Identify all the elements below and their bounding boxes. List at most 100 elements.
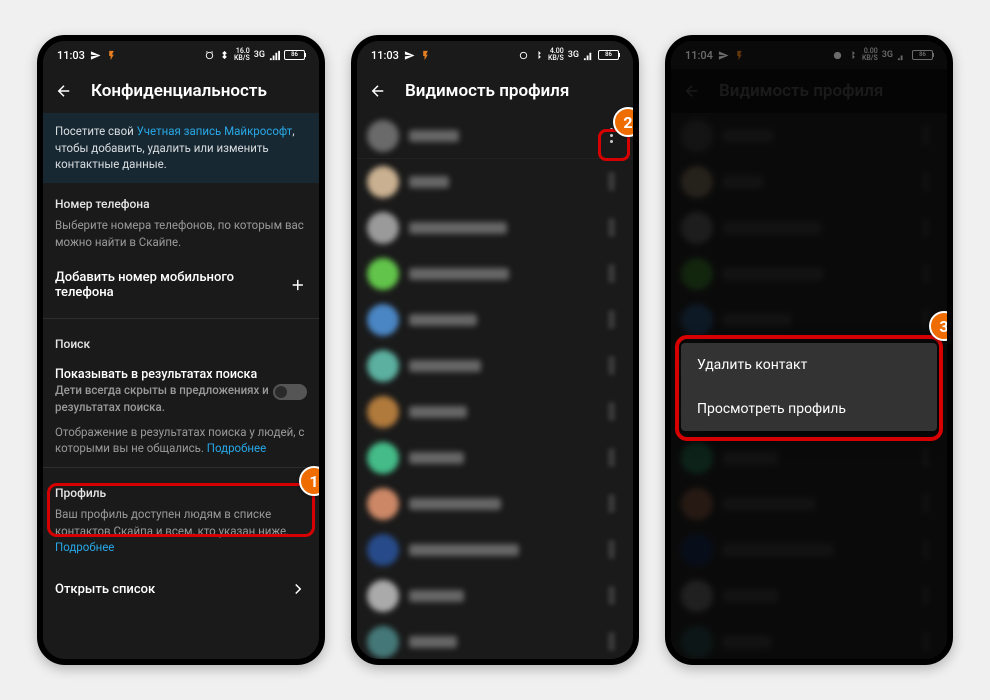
avatar	[367, 396, 399, 428]
contact-row[interactable]	[357, 481, 633, 527]
avatar	[367, 304, 399, 336]
section-title: Профиль	[55, 486, 307, 500]
more-menu-button[interactable]	[599, 400, 623, 424]
data-speed: 16.0KB/S	[234, 48, 250, 62]
contact-row[interactable]	[357, 251, 633, 297]
plus-icon	[289, 276, 307, 294]
contact-row[interactable]	[357, 113, 633, 159]
divider	[43, 318, 319, 319]
profile-section: Профиль Ваш профиль доступен людям в спи…	[43, 472, 319, 562]
page-title: Конфиденциальность	[91, 81, 267, 101]
page-title: Видимость профиля	[405, 81, 569, 101]
contact-name-placeholder	[409, 360, 481, 372]
status-time: 11:03	[57, 49, 85, 62]
more-menu-button[interactable]	[599, 492, 623, 516]
contact-row[interactable]	[357, 343, 633, 389]
more-link[interactable]: Подробнее	[55, 540, 114, 554]
more-link[interactable]: Подробнее	[207, 441, 266, 455]
chevron-right-icon	[289, 580, 307, 598]
contact-name-placeholder	[409, 268, 509, 280]
contacts-list	[357, 113, 633, 659]
contact-row[interactable]	[357, 527, 633, 573]
menu-view-profile[interactable]: Просмотреть профиль	[681, 387, 937, 431]
search-toggle[interactable]	[273, 384, 307, 400]
context-menu: Удалить контакт Просмотреть профиль	[681, 343, 937, 431]
callout-badge: 1	[299, 466, 325, 496]
contact-row[interactable]	[357, 435, 633, 481]
alarm-icon	[204, 50, 215, 61]
contact-name-placeholder	[409, 636, 457, 648]
search-visibility-row[interactable]: Показывать в результатах поиска Дети все…	[43, 363, 319, 419]
bluetooth-icon	[219, 50, 230, 61]
phone-screenshot-1: 11:03 16.0KB/S 3G 86 Конфиденциальность …	[37, 35, 325, 665]
battery-icon: 86	[598, 50, 619, 60]
section-title: Поиск	[55, 337, 307, 351]
ms-account-link[interactable]: Учетная запись Майкрософт	[137, 124, 293, 138]
search-section: Поиск	[43, 323, 319, 363]
contact-name-placeholder	[409, 314, 477, 326]
avatar	[367, 580, 399, 612]
contact-row[interactable]	[357, 297, 633, 343]
phone-section: Номер телефона Выберите номера телефонов…	[43, 183, 319, 256]
status-bar: 11:03 4.00KB/S 3G 86	[357, 41, 633, 69]
more-menu-button[interactable]	[599, 354, 623, 378]
avatar	[367, 166, 399, 198]
contact-name-placeholder	[409, 590, 464, 602]
network-type: 3G	[254, 50, 265, 60]
avatar	[367, 120, 399, 152]
status-bar: 11:03 16.0KB/S 3G 86	[43, 41, 319, 69]
section-desc: Выберите номера телефонов, по которым ва…	[55, 217, 307, 250]
contact-name-placeholder	[409, 222, 507, 234]
more-menu-button[interactable]	[599, 630, 623, 654]
lightning-icon	[106, 50, 117, 61]
avatar	[367, 442, 399, 474]
callout-badge: 2	[613, 107, 639, 137]
contact-row[interactable]	[357, 389, 633, 435]
avatar	[367, 258, 399, 290]
battery-icon: 86	[284, 50, 305, 60]
avatar	[367, 534, 399, 566]
contact-name-placeholder	[409, 130, 459, 142]
signal-icon	[583, 50, 594, 61]
phone-screenshot-3: 11:04 0.00KB/S 3G 86 Видимость профиля У…	[665, 35, 953, 665]
menu-delete-contact[interactable]: Удалить контакт	[681, 343, 937, 387]
contact-row[interactable]	[357, 205, 633, 251]
avatar	[367, 488, 399, 520]
more-menu-button[interactable]	[599, 262, 623, 286]
more-menu-button[interactable]	[599, 584, 623, 608]
send-icon	[404, 50, 415, 61]
section-title: Номер телефона	[55, 197, 307, 211]
more-menu-button[interactable]	[599, 308, 623, 332]
back-button[interactable]	[367, 80, 389, 102]
status-time: 11:03	[371, 49, 399, 62]
more-menu-button[interactable]	[599, 216, 623, 240]
back-button[interactable]	[53, 80, 75, 102]
contact-name-placeholder	[409, 176, 449, 188]
more-menu-button[interactable]	[599, 446, 623, 470]
callout-badge: 3	[929, 311, 953, 341]
more-menu-button[interactable]	[599, 538, 623, 562]
lightning-icon	[420, 50, 431, 61]
contact-row[interactable]	[357, 159, 633, 205]
contact-name-placeholder	[409, 406, 467, 418]
avatar	[367, 626, 399, 658]
open-list-row[interactable]: Открыть список	[43, 562, 319, 616]
contact-row[interactable]	[357, 573, 633, 619]
add-phone-row[interactable]: Добавить номер мобильного телефона	[43, 256, 319, 314]
avatar	[367, 212, 399, 244]
contact-name-placeholder	[409, 452, 464, 464]
contact-name-placeholder	[409, 544, 519, 556]
signal-icon	[269, 50, 280, 61]
divider	[43, 467, 319, 468]
header: Видимость профиля	[357, 69, 633, 113]
header: Конфиденциальность	[43, 69, 319, 113]
contact-row[interactable]	[357, 619, 633, 659]
phone-screenshot-2: 11:03 4.00KB/S 3G 86 Видимость профиля 2	[351, 35, 639, 665]
data-speed: 4.00KB/S	[548, 48, 564, 62]
alarm-icon	[518, 50, 529, 61]
ms-account-banner: Посетите свой Учетная запись Майкрософт,…	[43, 113, 319, 183]
send-icon	[90, 50, 101, 61]
more-menu-button[interactable]	[599, 170, 623, 194]
network-type: 3G	[568, 50, 579, 60]
avatar	[367, 350, 399, 382]
